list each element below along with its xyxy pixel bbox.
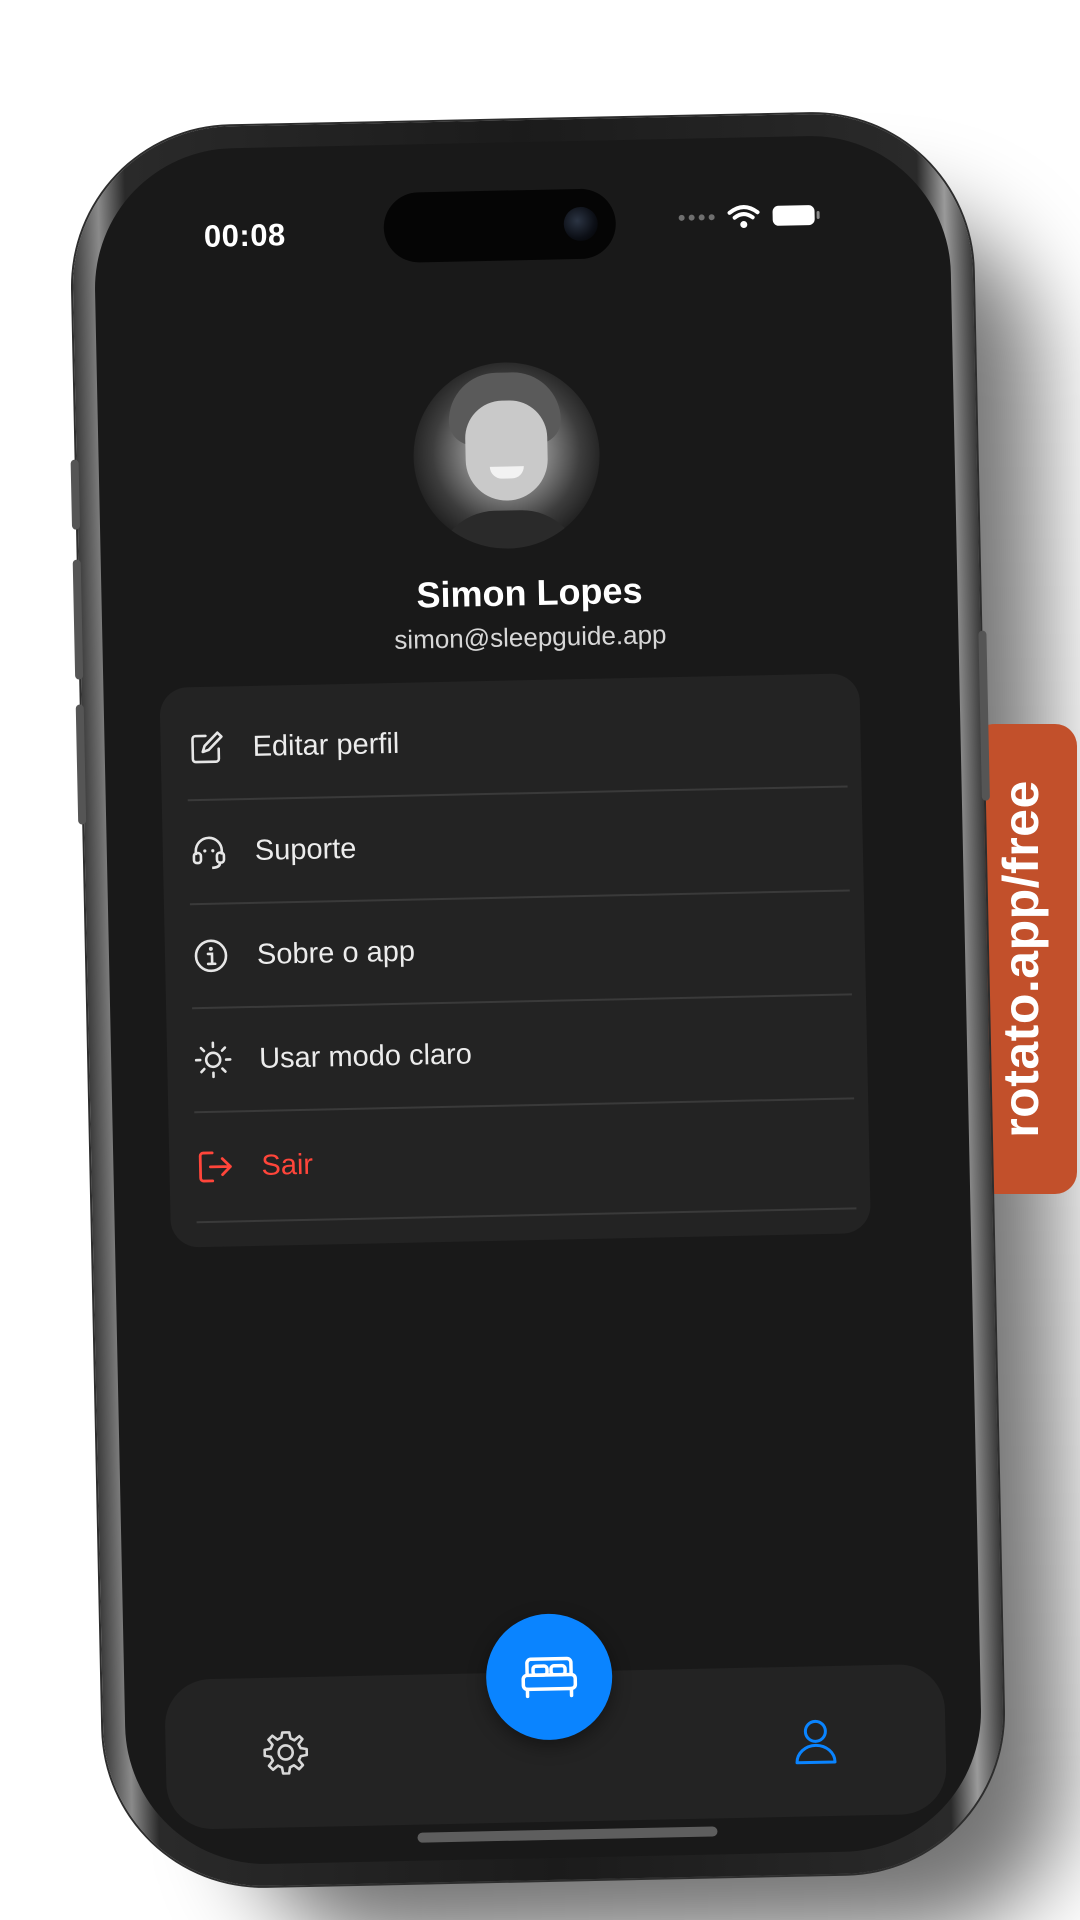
menu-item-label: Sobre o app <box>256 935 416 971</box>
menu-item-light-mode[interactable]: Usar modo claro <box>192 995 855 1114</box>
status-time: 00:08 <box>203 217 287 254</box>
menu-item-label: Usar modo claro <box>258 1037 473 1075</box>
menu-item-support[interactable]: Suporte <box>187 787 850 906</box>
user-icon <box>795 1719 837 1765</box>
tab-profile[interactable] <box>775 1701 857 1783</box>
profile-menu-card: Editar perfil Suporte Sobre o app Usar m… <box>159 673 871 1248</box>
status-indicators <box>678 202 815 231</box>
menu-item-label: Editar perfil <box>252 727 400 763</box>
dynamic-island <box>383 188 617 264</box>
profile-email: simon@sleepguide.app <box>394 619 667 655</box>
gear-icon <box>263 1731 309 1775</box>
menu-item-edit-profile[interactable]: Editar perfil <box>185 683 848 802</box>
info-icon <box>191 935 232 976</box>
menu-item-logout[interactable]: Sair <box>194 1099 857 1224</box>
cellular-signal-icon <box>678 214 715 221</box>
menu-item-label: Sair <box>261 1148 314 1182</box>
menu-item-label: Suporte <box>254 832 357 867</box>
screenshot-stage: rotato.app/free 00:08 Simon Lopes simon@… <box>0 0 1080 1920</box>
camera-icon <box>563 206 599 242</box>
app-screen: 00:08 Simon Lopes simon@sleepguide.app E… <box>92 133 984 1867</box>
phone-mockup: 00:08 Simon Lopes simon@sleepguide.app E… <box>69 110 1007 1890</box>
wifi-icon <box>727 205 760 229</box>
sun-icon <box>193 1039 234 1080</box>
edit-icon <box>186 727 227 768</box>
headset-icon <box>188 831 229 872</box>
home-indicator[interactable] <box>417 1826 718 1843</box>
rotato-watermark-text: rotato.app/free <box>993 780 1049 1138</box>
tab-settings[interactable] <box>245 1712 327 1794</box>
bed-icon <box>521 1656 578 1699</box>
logout-icon <box>195 1146 236 1187</box>
profile-name: Simon Lopes <box>416 569 643 616</box>
avatar[interactable] <box>411 360 602 551</box>
battery-icon <box>772 205 815 226</box>
side-button <box>70 459 81 530</box>
menu-item-about[interactable]: Sobre o app <box>189 891 852 1010</box>
